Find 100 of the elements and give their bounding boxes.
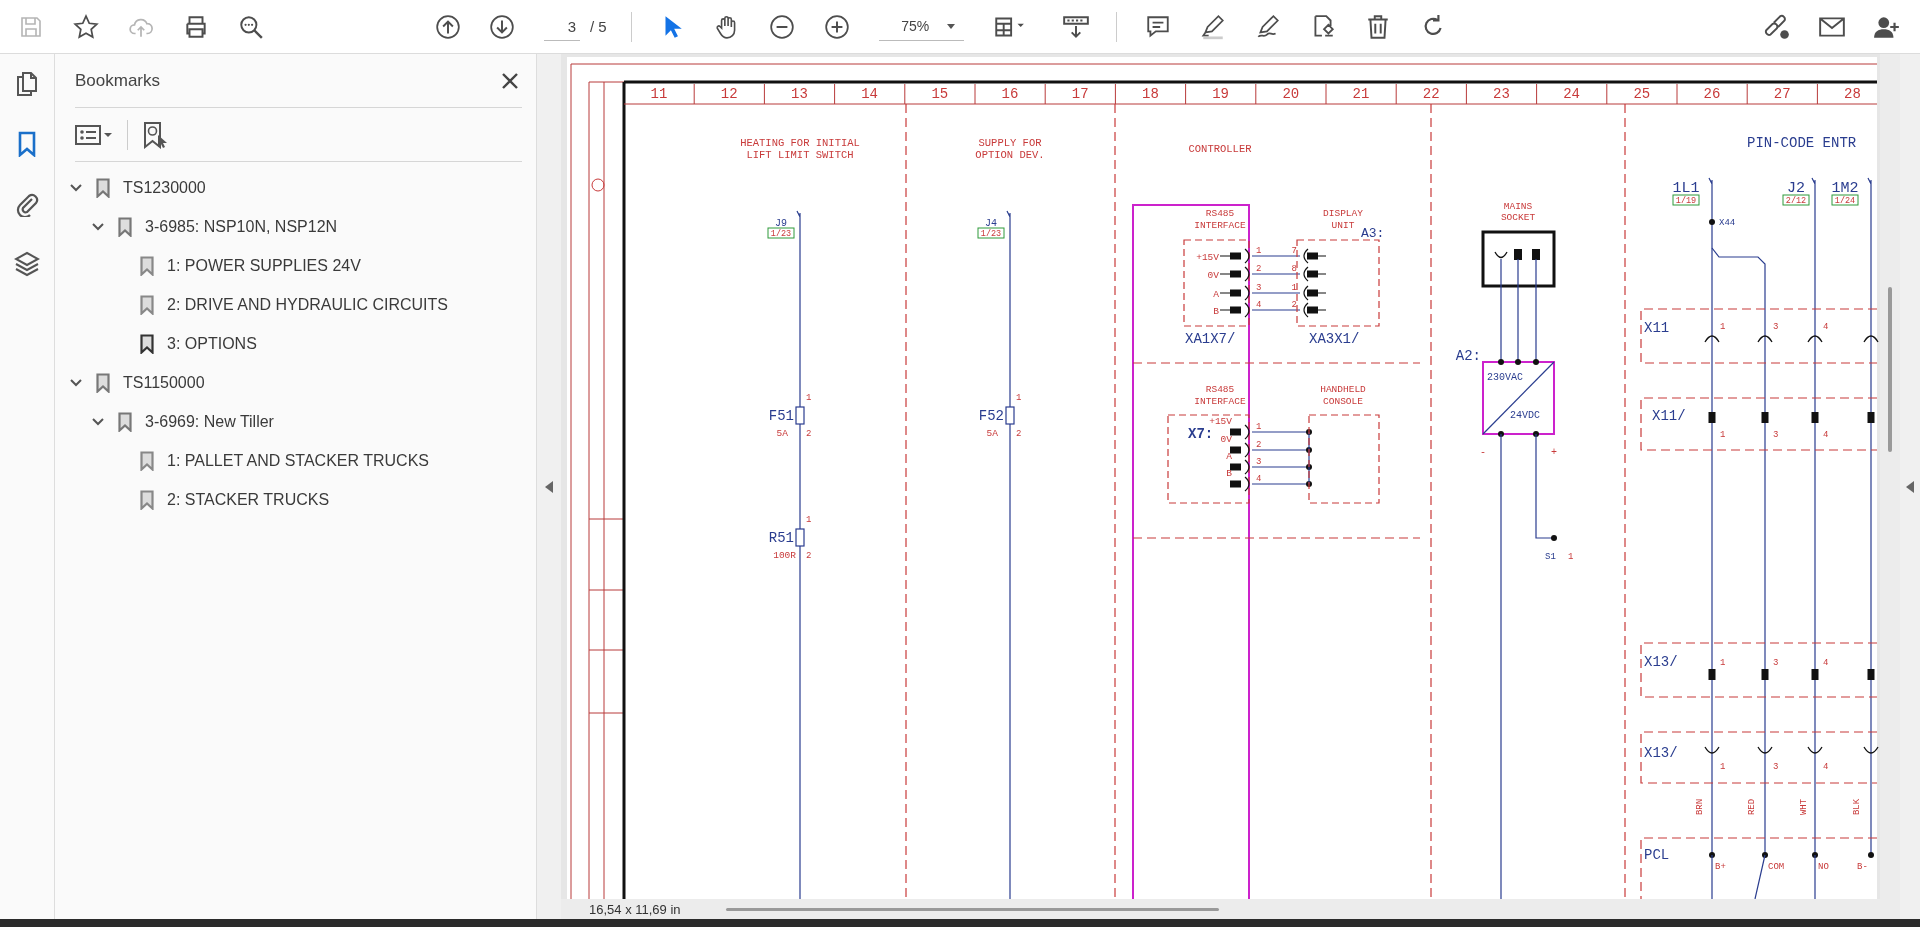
bookmark-item[interactable]: 3-6985: NSP10N, NSP12N xyxy=(145,217,338,236)
connector-pin xyxy=(1757,746,1773,754)
connector-pin xyxy=(1704,335,1720,343)
wire-color-label: BRN xyxy=(1695,799,1705,816)
add-bookmark-button[interactable] xyxy=(142,120,168,149)
connector-pin xyxy=(1811,412,1819,424)
envelope-icon xyxy=(1818,14,1846,39)
connector-label: X13/ xyxy=(1644,745,1678,762)
polarity-label: + xyxy=(1551,447,1557,459)
pin-number: 2 xyxy=(806,551,812,562)
collapse-panel-icon[interactable] xyxy=(545,480,553,493)
bookmark-icon xyxy=(118,411,132,432)
column-number: 20 xyxy=(1282,86,1300,103)
bookmark-item[interactable]: TS1150000 xyxy=(123,373,205,392)
connector-pin xyxy=(1303,248,1327,264)
pin-number: 1 xyxy=(1256,422,1262,433)
terminal-dot xyxy=(1868,852,1874,859)
pin-label: 0V xyxy=(1220,434,1232,446)
connector-pin xyxy=(1303,285,1327,301)
pin-number: 1 xyxy=(1256,246,1262,257)
pin-label: B xyxy=(1213,306,1219,318)
pin-number: 2 xyxy=(1256,440,1262,451)
connector-label: XA3X1/ xyxy=(1309,331,1360,348)
reference-tag: 1/19 xyxy=(1672,194,1700,207)
bookmark-item[interactable]: 2: STACKER TRUCKS xyxy=(167,490,330,509)
connector-pin xyxy=(1807,746,1823,754)
zoom-dropdown[interactable]: 75% xyxy=(878,12,964,41)
bookmark-item[interactable]: 1: PALLET AND STACKER TRUCKS xyxy=(167,451,429,470)
column-number: 12 xyxy=(720,86,738,103)
pin-label: +15V xyxy=(1209,416,1232,428)
frame-marker xyxy=(591,178,605,192)
resistor-label: R51 xyxy=(768,530,794,547)
highlighter-icon xyxy=(1199,13,1226,40)
pin-number: 1 xyxy=(806,515,812,526)
column-number: 15 xyxy=(931,86,949,103)
connector-label: X11 xyxy=(1644,320,1670,337)
wire-color-label: RED xyxy=(1747,799,1757,816)
junction-dot xyxy=(1306,447,1312,454)
bookmark-item[interactable]: 3-6969: New Tiller xyxy=(145,412,274,431)
wire-label: J4 xyxy=(985,218,997,230)
expand-pane-icon[interactable] xyxy=(1906,480,1914,493)
connector-pin xyxy=(1704,746,1720,754)
bookmark-add-icon xyxy=(142,120,168,149)
vertical-scrollbar[interactable] xyxy=(1888,287,1892,453)
column-number: 17 xyxy=(1071,86,1089,103)
pin-number: 4 xyxy=(1256,474,1262,485)
converter-output-label: 24VDC xyxy=(1510,410,1540,422)
pin-number: 4 xyxy=(1823,430,1829,441)
options-menu-button[interactable] xyxy=(75,123,115,146)
printer-icon xyxy=(183,13,209,40)
terminal-dot xyxy=(1551,535,1557,542)
bookmark-item[interactable]: 1: POWER SUPPLIES 24V xyxy=(167,256,361,275)
pin-number: 2 xyxy=(1016,429,1022,440)
section-title: HEATING FOR INITIAL LIFT LIMIT SWITCH xyxy=(740,137,860,162)
link-icon xyxy=(1763,13,1791,40)
column-number: 23 xyxy=(1493,86,1510,103)
bookmark-item[interactable]: 2: DRIVE AND HYDRAULIC CIRCUITS xyxy=(167,295,448,314)
terminal-label: NO xyxy=(1818,862,1829,873)
connector-pin xyxy=(1219,266,1250,282)
arrow-up-circle-icon xyxy=(435,13,461,40)
panel-title: Bookmarks xyxy=(75,70,161,91)
polarity-label: - xyxy=(1480,447,1486,459)
connector-pin xyxy=(1863,335,1879,343)
pin-number: 4 xyxy=(1823,762,1829,773)
bookmark-item[interactable]: TS1230000 xyxy=(123,178,206,197)
fuse-symbol xyxy=(795,406,805,425)
bookmark-item[interactable]: 3: OPTIONS xyxy=(167,334,257,353)
scroll-icon xyxy=(1061,13,1090,40)
pin-number: 2 xyxy=(806,429,812,440)
section-title: SUPPLY FOR OPTION DEV. xyxy=(975,137,1045,162)
column-number: 19 xyxy=(1212,86,1229,103)
resistor-value: 100R xyxy=(773,550,796,562)
switch-label: S1 xyxy=(1545,552,1556,563)
connector-pin xyxy=(1867,669,1875,681)
wire xyxy=(1251,292,1301,294)
device-tag: A3: xyxy=(1361,226,1385,242)
port-title: RS485 INTERFACE xyxy=(1194,384,1246,408)
connector-pin xyxy=(1219,302,1250,318)
pin-number: 2 xyxy=(1256,264,1262,275)
pin-number: 4 xyxy=(1823,322,1829,333)
bookmark-icon xyxy=(96,372,110,393)
pin-number: 4 xyxy=(1256,300,1262,311)
arrow-down-circle-icon xyxy=(489,13,515,40)
pin-number: 7 xyxy=(1291,246,1297,257)
column-number: 18 xyxy=(1142,86,1159,103)
terminal-dot xyxy=(1812,852,1818,859)
fuse-rating: 5A xyxy=(986,428,998,440)
save-icon xyxy=(19,14,43,39)
wire-label: J9 xyxy=(775,218,787,230)
zoom-in-icon xyxy=(823,13,850,40)
connector-pin xyxy=(1219,285,1250,301)
wire xyxy=(1251,273,1301,275)
list-options-icon xyxy=(75,123,115,146)
column-number: 25 xyxy=(1633,86,1651,103)
wire xyxy=(1251,255,1301,257)
pin-number: 3 xyxy=(1773,658,1779,669)
pin-number: 2 xyxy=(1291,300,1297,311)
horizontal-scrollbar[interactable] xyxy=(725,907,1219,911)
column-number: 26 xyxy=(1703,86,1721,103)
bookmark-icon xyxy=(96,177,110,198)
